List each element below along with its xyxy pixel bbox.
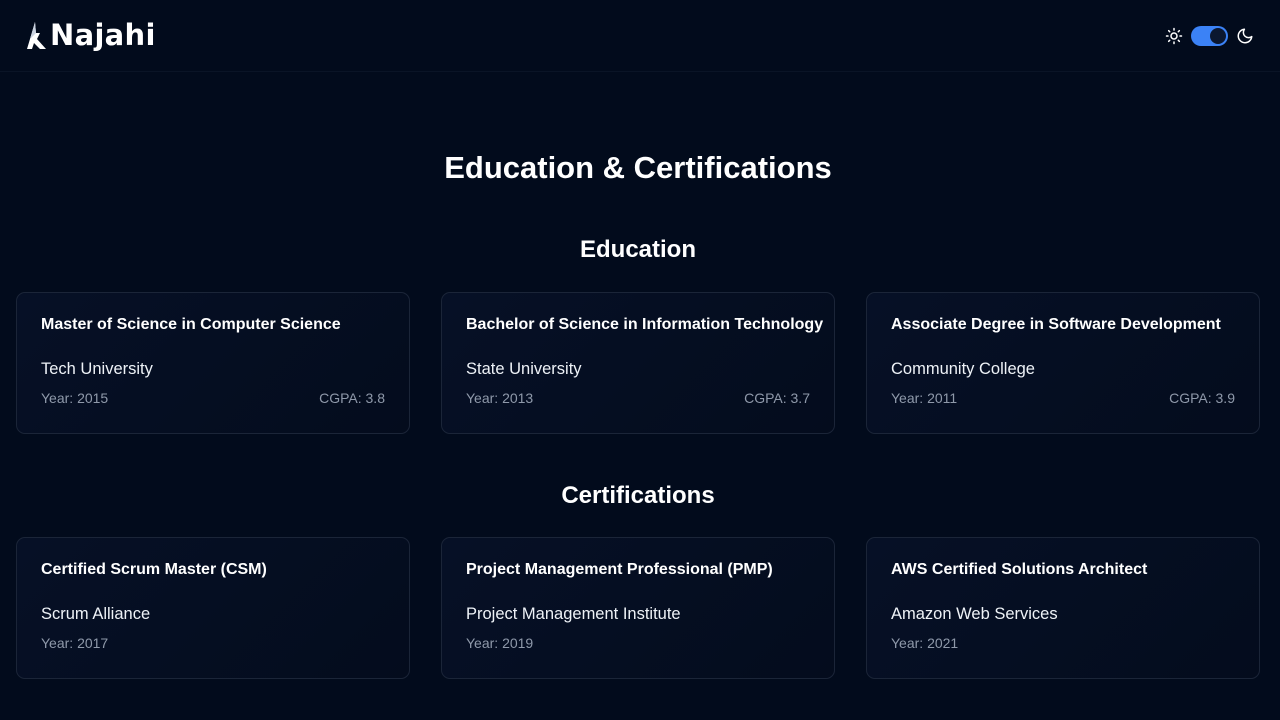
toggle-knob — [1210, 27, 1226, 44]
certifications-list: Certified Scrum Master (CSM) Scrum Allia… — [16, 537, 1260, 679]
degree-title: Master of Science in Computer Science — [41, 316, 341, 333]
certification-card: AWS Certified Solutions Architect Amazon… — [866, 537, 1260, 679]
institution-name: State University — [466, 360, 582, 378]
degree-title: Associate Degree in Software Development — [891, 316, 1221, 333]
graduation-year: Year: 2015 — [41, 390, 109, 406]
theme-controls — [1165, 25, 1254, 46]
issuer-name: Project Management Institute — [466, 605, 681, 623]
cgpa-value: CGPA: 3.8 — [319, 390, 385, 406]
moon-icon[interactable] — [1236, 27, 1254, 45]
degree-title: Bachelor of Science in Information Techn… — [466, 316, 824, 333]
graduation-year: Year: 2011 — [891, 390, 958, 406]
brand-logo[interactable]: Najahi — [26, 21, 156, 51]
graduation-year: Year: 2013 — [466, 390, 534, 406]
education-card: Bachelor of Science in Information Techn… — [441, 292, 835, 434]
institution-name: Community College — [891, 360, 1035, 378]
sun-icon[interactable] — [1165, 27, 1183, 45]
certification-card: Project Management Professional (PMP) Pr… — [441, 537, 835, 679]
brand-name: Najahi — [50, 18, 156, 52]
certification-title: AWS Certified Solutions Architect — [891, 561, 1148, 578]
certification-title: Project Management Professional (PMP) — [466, 561, 773, 578]
institution-name: Tech University — [41, 360, 153, 378]
certification-year: Year: 2017 — [41, 635, 109, 651]
education-card: Associate Degree in Software Development… — [866, 292, 1260, 434]
certification-card: Certified Scrum Master (CSM) Scrum Allia… — [16, 537, 410, 679]
theme-toggle[interactable] — [1191, 25, 1228, 46]
issuer-name: Scrum Alliance — [41, 605, 151, 623]
education-list: Master of Science in Computer Science Te… — [16, 292, 1260, 434]
certification-year: Year: 2021 — [891, 635, 959, 651]
education-heading: Education — [579, 236, 696, 263]
certification-title: Certified Scrum Master (CSM) — [41, 561, 267, 578]
cgpa-value: CGPA: 3.9 — [1169, 390, 1235, 406]
logo-mark-icon — [27, 21, 46, 49]
issuer-name: Amazon Web Services — [891, 605, 1058, 623]
page-title: Education & Certifications — [444, 150, 832, 185]
site-header: Najahi — [0, 0, 1280, 72]
certification-year: Year: 2019 — [466, 635, 534, 651]
certifications-heading: Certifications — [561, 482, 715, 509]
cgpa-value: CGPA: 3.7 — [744, 390, 810, 406]
education-card: Master of Science in Computer Science Te… — [16, 292, 410, 434]
